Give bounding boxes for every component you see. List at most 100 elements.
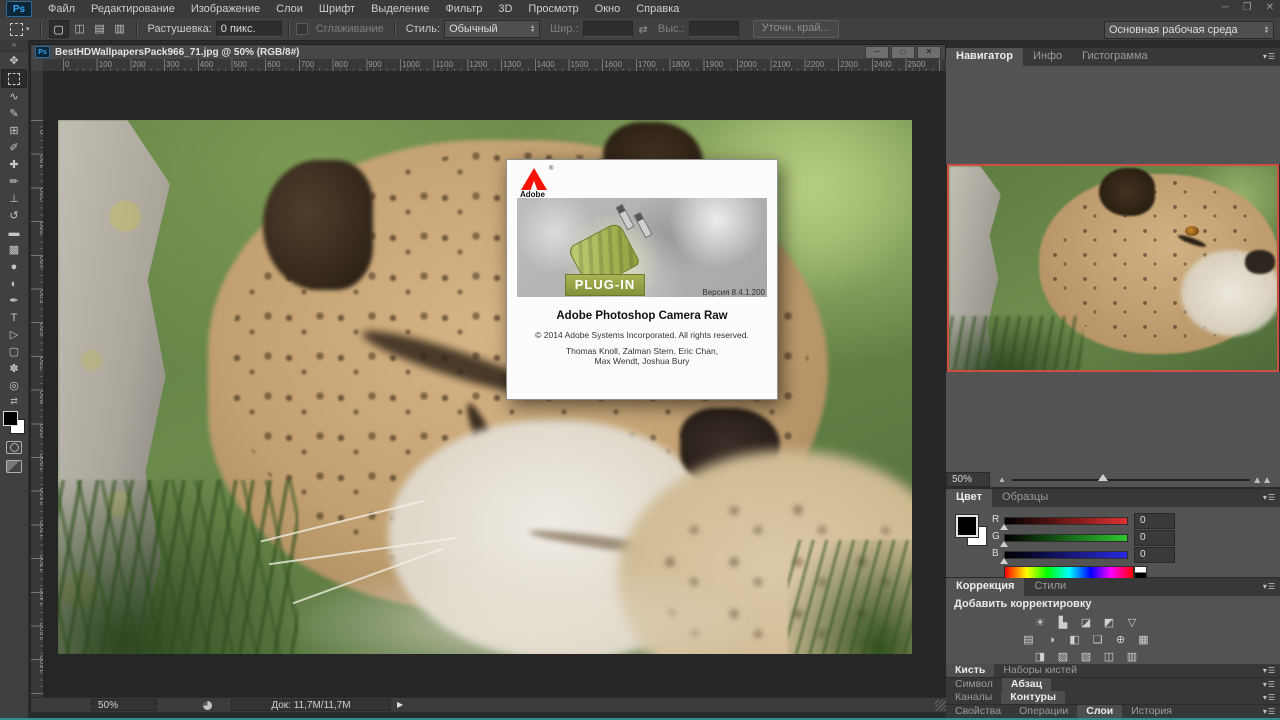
tab-Образцы[interactable]: Образцы xyxy=(992,489,1058,507)
tab-Символ[interactable]: Символ xyxy=(946,678,1002,691)
width-input[interactable] xyxy=(583,21,633,37)
selection-mode-3[interactable]: ▥ xyxy=(111,20,129,36)
eyedropper-tool[interactable]: ✐ xyxy=(2,139,26,156)
menu-Выделение[interactable]: Выделение xyxy=(363,1,437,18)
navigator-zoom-slider[interactable] xyxy=(1012,479,1250,481)
panel-menu-icon[interactable]: ▾☰ xyxy=(1263,707,1276,716)
tab-Стили[interactable]: Стили xyxy=(1024,578,1076,596)
panel-menu-icon[interactable]: ▾☰ xyxy=(1263,680,1276,689)
pen-tool[interactable]: ✒ xyxy=(2,292,26,309)
tool-preset-picker[interactable]: ▾ xyxy=(6,21,34,38)
quick-selection-tool[interactable]: ✎ xyxy=(2,105,26,122)
app-restore-button[interactable]: ❐ xyxy=(1243,0,1252,16)
feather-input[interactable]: 0 пикс. xyxy=(216,21,282,37)
tab-Коррекция[interactable]: Коррекция xyxy=(946,578,1024,596)
doc-minimize-button[interactable]: ─ xyxy=(865,46,889,59)
menu-Справка[interactable]: Справка xyxy=(628,1,687,18)
menu-Окно[interactable]: Окно xyxy=(587,1,629,18)
document-title-bar[interactable]: Ps BestHDWallpapersPack966_71.jpg @ 50% … xyxy=(31,45,945,60)
antialias-checkbox[interactable] xyxy=(296,23,308,35)
lasso-tool[interactable]: ∿ xyxy=(2,88,26,105)
adjustment-vibrance-icon[interactable]: ▽ xyxy=(1124,616,1141,630)
tab-Инфо[interactable]: Инфо xyxy=(1023,48,1072,66)
adjustment-posterize-icon[interactable]: ▨ xyxy=(1055,650,1072,664)
tab-Гистограмма[interactable]: Гистограмма xyxy=(1072,48,1158,66)
tab-История[interactable]: История xyxy=(1122,705,1181,718)
channel-slider-R[interactable] xyxy=(1004,517,1128,525)
status-zoom-field[interactable]: 50% xyxy=(91,699,157,711)
menu-Файл[interactable]: Файл xyxy=(40,1,83,18)
menu-Просмотр[interactable]: Просмотр xyxy=(520,1,586,18)
tab-Наборы кистей[interactable]: Наборы кистей xyxy=(994,664,1086,677)
channel-value-G[interactable]: 0 xyxy=(1134,530,1175,546)
toolbar-collapse-button[interactable]: » xyxy=(0,40,28,52)
foreground-color-swatch[interactable] xyxy=(3,411,18,426)
channel-value-B[interactable]: 0 xyxy=(1134,547,1175,563)
swap-colors-icon[interactable]: ⇄ xyxy=(0,396,28,407)
tab-Каналы[interactable]: Каналы xyxy=(946,691,1001,704)
adjustment-color-balance-icon[interactable]: ◑ xyxy=(1043,633,1060,647)
screen-mode-button[interactable] xyxy=(6,460,22,473)
resize-grip[interactable] xyxy=(935,700,946,711)
clone-stamp-tool[interactable]: ⊥ xyxy=(2,190,26,207)
app-minimize-button[interactable]: ─ xyxy=(1222,0,1229,16)
adjustment-color-lookup-icon[interactable]: ▦ xyxy=(1135,633,1152,647)
tab-Кисть[interactable]: Кисть xyxy=(946,664,994,677)
zoom-out-icon[interactable]: ▲ xyxy=(998,475,1006,484)
menu-Изображение[interactable]: Изображение xyxy=(183,1,268,18)
navigator-zoom-slider-thumb[interactable] xyxy=(1098,474,1108,481)
adjustment-gradient-map-icon[interactable]: ◫ xyxy=(1101,650,1118,664)
panel-menu-icon[interactable]: ▾☰ xyxy=(1263,582,1276,591)
navigator-thumbnail[interactable] xyxy=(947,164,1279,372)
brush-tool[interactable]: ✏ xyxy=(2,173,26,190)
canvas-area[interactable]: ® Adobe PLUG-IN Версия 8.4.1.200 Adobe P… xyxy=(43,71,947,697)
selection-mode-2[interactable]: ▤ xyxy=(91,20,109,36)
tab-Цвет[interactable]: Цвет xyxy=(946,489,992,507)
menu-Шрифт[interactable]: Шрифт xyxy=(311,1,363,18)
dodge-tool[interactable]: ◐ xyxy=(2,275,26,292)
channel-slider-thumb[interactable] xyxy=(1000,558,1008,564)
zoom-tool[interactable]: ◎ xyxy=(2,377,26,394)
adjustment-threshold-icon[interactable]: ▧ xyxy=(1078,650,1095,664)
selection-mode-1[interactable]: ◫ xyxy=(71,20,89,36)
eraser-tool[interactable]: ▬ xyxy=(2,224,26,241)
adjustment-photo-filter-icon[interactable]: ❑ xyxy=(1089,633,1106,647)
channel-slider-G[interactable] xyxy=(1004,534,1128,542)
adjustment-exposure-icon[interactable]: ◩ xyxy=(1101,616,1118,630)
channel-slider-B[interactable] xyxy=(1004,551,1128,559)
panel-menu-icon[interactable]: ▾☰ xyxy=(1263,693,1276,702)
swap-dimensions-icon[interactable]: ⇄ xyxy=(639,23,648,36)
tab-Контуры[interactable]: Контуры xyxy=(1001,691,1065,704)
move-tool[interactable]: ✥ xyxy=(2,52,26,69)
crop-tool[interactable]: ⊞ xyxy=(2,122,26,139)
rectangle-tool[interactable]: ▢ xyxy=(2,343,26,360)
tab-Операции[interactable]: Операции xyxy=(1010,705,1077,718)
tab-Абзац[interactable]: Абзац xyxy=(1002,678,1051,691)
path-selection-tool[interactable]: ▷ xyxy=(2,326,26,343)
panel-menu-icon[interactable]: ▾☰ xyxy=(1263,493,1276,502)
panel-menu-icon[interactable]: ▾☰ xyxy=(1263,52,1276,61)
tab-Навигатор[interactable]: Навигатор xyxy=(946,48,1023,66)
blur-tool[interactable]: ● xyxy=(2,258,26,275)
rectangular-marquee-tool[interactable] xyxy=(1,69,27,88)
status-expand-button[interactable]: ▶ xyxy=(397,700,403,709)
app-close-button[interactable]: ✕ xyxy=(1266,0,1274,16)
adjustment-levels-icon[interactable]: ▙ xyxy=(1055,616,1072,630)
adjustment-brightness-contrast-icon[interactable]: ☀ xyxy=(1032,616,1049,630)
adjustment-channel-mixer-icon[interactable]: ⊕ xyxy=(1112,633,1129,647)
selection-mode-0[interactable]: ▢ xyxy=(49,20,69,38)
style-dropdown[interactable]: Обычный ▲▼ xyxy=(444,20,540,38)
adjustment-selective-color-icon[interactable]: ▥ xyxy=(1124,650,1141,664)
tab-Свойства[interactable]: Свойства xyxy=(946,705,1010,718)
height-input[interactable] xyxy=(689,21,739,37)
adjustment-curves-icon[interactable]: ◪ xyxy=(1078,616,1095,630)
zoom-in-icon[interactable]: ▲▲ xyxy=(1252,475,1272,486)
menu-Фильтр[interactable]: Фильтр xyxy=(437,1,490,18)
gradient-tool[interactable]: ▩ xyxy=(2,241,26,258)
healing-brush-tool[interactable]: ✚ xyxy=(2,156,26,173)
hand-tool[interactable]: ✽ xyxy=(2,360,26,377)
doc-close-button[interactable]: ✕ xyxy=(917,46,941,59)
adjustment-invert-icon[interactable]: ◨ xyxy=(1032,650,1049,664)
adjustment-black-white-icon[interactable]: ◧ xyxy=(1066,633,1083,647)
doc-maximize-button[interactable]: □ xyxy=(891,46,915,59)
